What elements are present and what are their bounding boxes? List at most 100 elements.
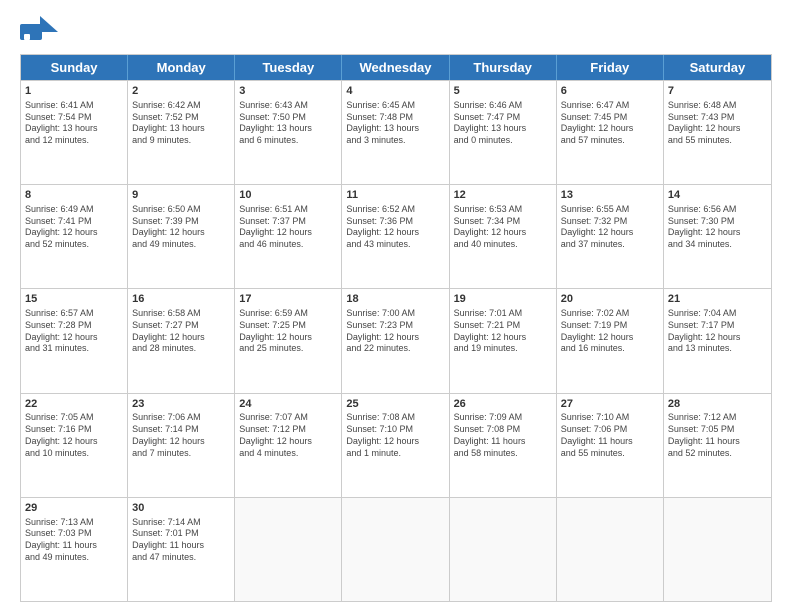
- day-info: Sunrise: 6:47 AMSunset: 7:45 PMDaylight:…: [561, 100, 659, 147]
- day-cell-27: 27Sunrise: 7:10 AMSunset: 7:06 PMDayligh…: [557, 394, 664, 497]
- day-cell-8: 8Sunrise: 6:49 AMSunset: 7:41 PMDaylight…: [21, 185, 128, 288]
- day-number: 16: [132, 292, 230, 307]
- day-cell-23: 23Sunrise: 7:06 AMSunset: 7:14 PMDayligh…: [128, 394, 235, 497]
- day-info: Sunrise: 6:53 AMSunset: 7:34 PMDaylight:…: [454, 204, 552, 251]
- day-cell-7: 7Sunrise: 6:48 AMSunset: 7:43 PMDaylight…: [664, 81, 771, 184]
- calendar-week-3: 15Sunrise: 6:57 AMSunset: 7:28 PMDayligh…: [21, 288, 771, 392]
- day-number: 21: [668, 292, 767, 307]
- day-header-tuesday: Tuesday: [235, 55, 342, 80]
- day-cell-26: 26Sunrise: 7:09 AMSunset: 7:08 PMDayligh…: [450, 394, 557, 497]
- day-cell-10: 10Sunrise: 6:51 AMSunset: 7:37 PMDayligh…: [235, 185, 342, 288]
- day-info: Sunrise: 6:48 AMSunset: 7:43 PMDaylight:…: [668, 100, 767, 147]
- empty-cell: [235, 498, 342, 601]
- day-cell-1: 1Sunrise: 6:41 AMSunset: 7:54 PMDaylight…: [21, 81, 128, 184]
- empty-cell: [557, 498, 664, 601]
- day-number: 12: [454, 188, 552, 203]
- day-info: Sunrise: 6:42 AMSunset: 7:52 PMDaylight:…: [132, 100, 230, 147]
- day-number: 17: [239, 292, 337, 307]
- day-info: Sunrise: 6:57 AMSunset: 7:28 PMDaylight:…: [25, 308, 123, 355]
- day-cell-2: 2Sunrise: 6:42 AMSunset: 7:52 PMDaylight…: [128, 81, 235, 184]
- day-number: 23: [132, 397, 230, 412]
- day-info: Sunrise: 7:14 AMSunset: 7:01 PMDaylight:…: [132, 517, 230, 564]
- day-info: Sunrise: 6:50 AMSunset: 7:39 PMDaylight:…: [132, 204, 230, 251]
- day-info: Sunrise: 6:45 AMSunset: 7:48 PMDaylight:…: [346, 100, 444, 147]
- day-number: 20: [561, 292, 659, 307]
- calendar: SundayMondayTuesdayWednesdayThursdayFrid…: [20, 54, 772, 602]
- day-header-wednesday: Wednesday: [342, 55, 449, 80]
- day-number: 28: [668, 397, 767, 412]
- day-number: 29: [25, 501, 123, 516]
- day-info: Sunrise: 7:12 AMSunset: 7:05 PMDaylight:…: [668, 412, 767, 459]
- day-number: 25: [346, 397, 444, 412]
- day-number: 30: [132, 501, 230, 516]
- day-cell-3: 3Sunrise: 6:43 AMSunset: 7:50 PMDaylight…: [235, 81, 342, 184]
- day-info: Sunrise: 7:02 AMSunset: 7:19 PMDaylight:…: [561, 308, 659, 355]
- day-info: Sunrise: 7:06 AMSunset: 7:14 PMDaylight:…: [132, 412, 230, 459]
- day-info: Sunrise: 7:09 AMSunset: 7:08 PMDaylight:…: [454, 412, 552, 459]
- day-number: 14: [668, 188, 767, 203]
- day-info: Sunrise: 6:46 AMSunset: 7:47 PMDaylight:…: [454, 100, 552, 147]
- calendar-week-5: 29Sunrise: 7:13 AMSunset: 7:03 PMDayligh…: [21, 497, 771, 601]
- day-info: Sunrise: 6:58 AMSunset: 7:27 PMDaylight:…: [132, 308, 230, 355]
- day-header-thursday: Thursday: [450, 55, 557, 80]
- day-info: Sunrise: 6:51 AMSunset: 7:37 PMDaylight:…: [239, 204, 337, 251]
- day-cell-29: 29Sunrise: 7:13 AMSunset: 7:03 PMDayligh…: [21, 498, 128, 601]
- day-number: 2: [132, 84, 230, 99]
- day-info: Sunrise: 6:55 AMSunset: 7:32 PMDaylight:…: [561, 204, 659, 251]
- day-number: 15: [25, 292, 123, 307]
- day-cell-11: 11Sunrise: 6:52 AMSunset: 7:36 PMDayligh…: [342, 185, 449, 288]
- day-header-monday: Monday: [128, 55, 235, 80]
- day-info: Sunrise: 7:13 AMSunset: 7:03 PMDaylight:…: [25, 517, 123, 564]
- day-header-sunday: Sunday: [21, 55, 128, 80]
- day-cell-17: 17Sunrise: 6:59 AMSunset: 7:25 PMDayligh…: [235, 289, 342, 392]
- day-number: 18: [346, 292, 444, 307]
- day-cell-24: 24Sunrise: 7:07 AMSunset: 7:12 PMDayligh…: [235, 394, 342, 497]
- day-number: 7: [668, 84, 767, 99]
- day-cell-9: 9Sunrise: 6:50 AMSunset: 7:39 PMDaylight…: [128, 185, 235, 288]
- day-number: 3: [239, 84, 337, 99]
- day-header-friday: Friday: [557, 55, 664, 80]
- day-info: Sunrise: 7:01 AMSunset: 7:21 PMDaylight:…: [454, 308, 552, 355]
- empty-cell: [450, 498, 557, 601]
- calendar-header: SundayMondayTuesdayWednesdayThursdayFrid…: [21, 55, 771, 80]
- day-info: Sunrise: 7:10 AMSunset: 7:06 PMDaylight:…: [561, 412, 659, 459]
- day-info: Sunrise: 7:00 AMSunset: 7:23 PMDaylight:…: [346, 308, 444, 355]
- day-cell-22: 22Sunrise: 7:05 AMSunset: 7:16 PMDayligh…: [21, 394, 128, 497]
- day-number: 5: [454, 84, 552, 99]
- day-number: 9: [132, 188, 230, 203]
- calendar-week-2: 8Sunrise: 6:49 AMSunset: 7:41 PMDaylight…: [21, 184, 771, 288]
- day-number: 11: [346, 188, 444, 203]
- day-cell-14: 14Sunrise: 6:56 AMSunset: 7:30 PMDayligh…: [664, 185, 771, 288]
- logo-icon: [20, 16, 58, 48]
- day-cell-15: 15Sunrise: 6:57 AMSunset: 7:28 PMDayligh…: [21, 289, 128, 392]
- day-number: 22: [25, 397, 123, 412]
- empty-cell: [342, 498, 449, 601]
- day-cell-13: 13Sunrise: 6:55 AMSunset: 7:32 PMDayligh…: [557, 185, 664, 288]
- day-number: 24: [239, 397, 337, 412]
- day-info: Sunrise: 6:52 AMSunset: 7:36 PMDaylight:…: [346, 204, 444, 251]
- header: [20, 16, 772, 48]
- day-number: 4: [346, 84, 444, 99]
- day-number: 1: [25, 84, 123, 99]
- day-info: Sunrise: 7:07 AMSunset: 7:12 PMDaylight:…: [239, 412, 337, 459]
- day-info: Sunrise: 6:56 AMSunset: 7:30 PMDaylight:…: [668, 204, 767, 251]
- calendar-week-4: 22Sunrise: 7:05 AMSunset: 7:16 PMDayligh…: [21, 393, 771, 497]
- page: SundayMondayTuesdayWednesdayThursdayFrid…: [0, 0, 792, 612]
- day-number: 10: [239, 188, 337, 203]
- day-cell-30: 30Sunrise: 7:14 AMSunset: 7:01 PMDayligh…: [128, 498, 235, 601]
- day-info: Sunrise: 7:04 AMSunset: 7:17 PMDaylight:…: [668, 308, 767, 355]
- day-cell-25: 25Sunrise: 7:08 AMSunset: 7:10 PMDayligh…: [342, 394, 449, 497]
- day-info: Sunrise: 6:43 AMSunset: 7:50 PMDaylight:…: [239, 100, 337, 147]
- calendar-week-1: 1Sunrise: 6:41 AMSunset: 7:54 PMDaylight…: [21, 80, 771, 184]
- day-cell-19: 19Sunrise: 7:01 AMSunset: 7:21 PMDayligh…: [450, 289, 557, 392]
- day-cell-6: 6Sunrise: 6:47 AMSunset: 7:45 PMDaylight…: [557, 81, 664, 184]
- day-info: Sunrise: 6:49 AMSunset: 7:41 PMDaylight:…: [25, 204, 123, 251]
- day-number: 8: [25, 188, 123, 203]
- day-cell-4: 4Sunrise: 6:45 AMSunset: 7:48 PMDaylight…: [342, 81, 449, 184]
- day-info: Sunrise: 7:08 AMSunset: 7:10 PMDaylight:…: [346, 412, 444, 459]
- calendar-body: 1Sunrise: 6:41 AMSunset: 7:54 PMDaylight…: [21, 80, 771, 601]
- day-info: Sunrise: 6:41 AMSunset: 7:54 PMDaylight:…: [25, 100, 123, 147]
- day-cell-12: 12Sunrise: 6:53 AMSunset: 7:34 PMDayligh…: [450, 185, 557, 288]
- day-cell-16: 16Sunrise: 6:58 AMSunset: 7:27 PMDayligh…: [128, 289, 235, 392]
- empty-cell: [664, 498, 771, 601]
